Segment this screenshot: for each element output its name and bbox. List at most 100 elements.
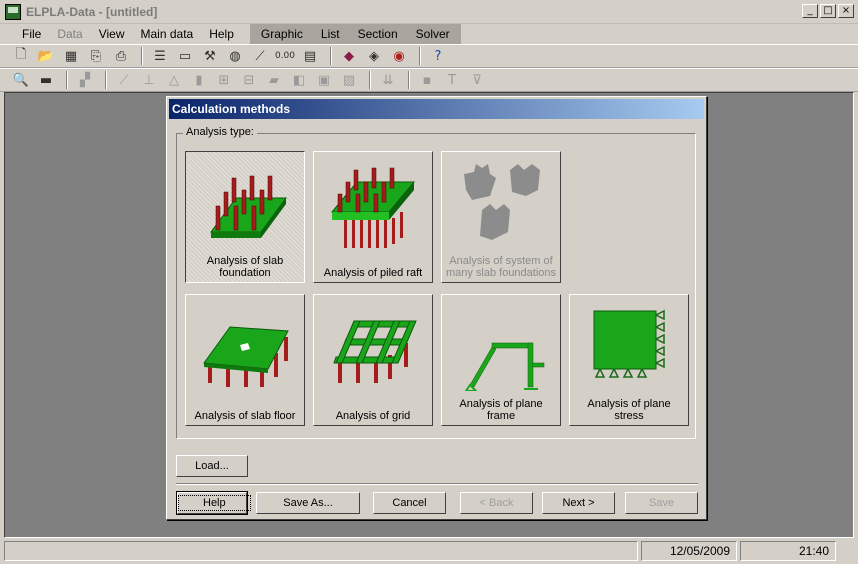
choice-plane-stress[interactable]: Analysis of plane stress xyxy=(569,294,689,426)
help-button[interactable]: Help xyxy=(176,491,251,515)
hinge-support-icon[interactable]: △ xyxy=(163,70,185,90)
choice-label: Analysis of plane stress xyxy=(587,398,671,422)
choice-plane-frame[interactable]: Analysis of plane frame xyxy=(441,294,561,426)
toolbar-separator xyxy=(408,71,410,89)
close-button[interactable]: × xyxy=(838,4,854,18)
status-message xyxy=(4,541,638,561)
dialog-separator xyxy=(176,483,698,485)
menu-section[interactable]: Section xyxy=(349,24,407,44)
choice-label: Analysis of plane frame xyxy=(459,398,543,422)
zoom-icon[interactable]: 🔍 xyxy=(10,70,32,90)
cancel-button[interactable]: Cancel xyxy=(373,492,446,514)
wall-icon[interactable]: ▰ xyxy=(263,70,285,90)
window-title: ELPLA-Data - [untitled] xyxy=(26,4,158,19)
menu-solver[interactable]: Solver xyxy=(407,24,459,44)
save-as-button[interactable]: Save As... xyxy=(256,492,360,514)
analysis-type-label: Analysis type: xyxy=(183,126,257,138)
back-button[interactable]: < Back xyxy=(460,492,533,514)
minimize-button[interactable]: _ xyxy=(802,4,818,18)
load-arrow-icon[interactable]: ⇊ xyxy=(377,70,399,90)
slab-floor-icon xyxy=(203,326,289,387)
pile-icon[interactable]: ▮ xyxy=(188,70,210,90)
panel-icon[interactable]: ▣ xyxy=(313,70,335,90)
choice-slab-foundation[interactable]: Analysis of slab foundation xyxy=(185,151,305,283)
choice-slab-floor[interactable]: Analysis of slab floor xyxy=(185,294,305,426)
window-icon[interactable]: ▤ xyxy=(299,46,321,66)
window-titlebar: ELPLA-Data - [untitled] _ □ × xyxy=(0,0,858,24)
save-button-label: Save xyxy=(648,497,675,509)
mesh-icon[interactable]: ▞ xyxy=(74,70,96,90)
cancel-button-label: Cancel xyxy=(392,497,427,509)
book-icon[interactable]: ◆ xyxy=(338,46,360,66)
beam-grid-icon[interactable]: ⊟ xyxy=(238,70,260,90)
mode-menu-group: Graphic List Section Solver xyxy=(249,24,461,44)
menu-file[interactable]: File xyxy=(14,24,49,44)
plane-stress-icon xyxy=(593,309,665,378)
menu-bar: File Data View Main data Help Graphic Li… xyxy=(0,24,858,44)
zero-value-icon[interactable]: 0.00 xyxy=(274,46,296,66)
next-button-label: Next > xyxy=(562,497,595,509)
save-as-button-label: Save As... xyxy=(283,497,333,509)
choice-label: Analysis of grid xyxy=(335,410,411,422)
menu-list[interactable]: List xyxy=(312,24,349,44)
support-icon[interactable]: ⊥ xyxy=(138,70,160,90)
menu-main-data[interactable]: Main data xyxy=(133,24,202,44)
graph-edit-icon[interactable]: ⟋ xyxy=(249,46,271,66)
next-button[interactable]: Next > xyxy=(542,492,615,514)
load-button-label: Load... xyxy=(195,460,229,472)
block-icon[interactable]: ◧ xyxy=(288,70,310,90)
menu-data[interactable]: Data xyxy=(49,24,90,44)
list-window-icon[interactable]: ☰ xyxy=(149,46,171,66)
copy-pages-icon[interactable]: ▦ xyxy=(60,46,82,66)
status-bar: 12/05/2009 21:40 xyxy=(0,538,858,564)
spring-support-icon[interactable]: ⊽ xyxy=(466,70,488,90)
toolbar-separator xyxy=(330,47,332,65)
main-toolbar: 🗋 📂 ▦ ⎘ ⎙ ☰ ▭ ⚒ ◍ ⟋ 0.00 ▤ ◆ ◈ ◉ ? xyxy=(0,44,858,68)
menu-help[interactable]: Help xyxy=(201,24,242,44)
hatch-icon[interactable]: ▨ xyxy=(338,70,360,90)
book-close-icon[interactable]: ◉ xyxy=(388,46,410,66)
system-slab-foundations-icon xyxy=(464,164,540,240)
preview-icon[interactable]: ⎘ xyxy=(85,46,107,66)
status-date: 12/05/2009 xyxy=(641,541,737,561)
text-icon[interactable]: T xyxy=(441,70,463,90)
maximize-button[interactable]: □ xyxy=(820,4,836,18)
help-button-label: Help xyxy=(178,495,251,511)
open-folder-icon[interactable]: 📂 xyxy=(35,46,57,66)
menu-view[interactable]: View xyxy=(91,24,133,44)
choice-piled-raft[interactable]: Analysis of piled raft xyxy=(313,151,433,283)
line-icon[interactable]: ⟋ xyxy=(113,70,135,90)
back-button-label: < Back xyxy=(479,497,514,509)
app-icon xyxy=(5,3,21,20)
choice-system-slab-foundations[interactable]: Analysis of system of many slab foundati… xyxy=(441,151,561,283)
choice-grid[interactable]: Analysis of grid xyxy=(313,294,433,426)
save-button[interactable]: Save xyxy=(625,492,698,514)
choice-label: Analysis of system of many slab foundati… xyxy=(445,255,557,279)
slab-foundation-icon xyxy=(210,175,287,238)
choice-label: Analysis of slab foundation xyxy=(206,255,284,279)
dialog-title: Calculation methods xyxy=(169,99,704,119)
status-time: 21:40 xyxy=(740,541,836,561)
folder-icon[interactable]: ▭ xyxy=(174,46,196,66)
grid-icon xyxy=(333,320,417,383)
book-search-icon[interactable]: ◈ xyxy=(363,46,385,66)
toolbar-separator xyxy=(419,47,421,65)
new-file-icon[interactable]: 🗋 xyxy=(10,46,32,66)
list-icon[interactable]: ▬ xyxy=(35,70,57,90)
help-icon[interactable]: ? xyxy=(427,46,449,66)
toolbar-separator xyxy=(141,47,143,65)
piled-raft-icon xyxy=(330,167,416,248)
window-controls: _ □ × xyxy=(802,4,854,18)
choice-label: Analysis of slab floor xyxy=(194,410,296,422)
grid-mesh-icon[interactable]: ⊞ xyxy=(213,70,235,90)
menu-graphic[interactable]: Graphic xyxy=(252,24,312,44)
load-button[interactable]: Load... xyxy=(176,455,248,477)
globe-icon[interactable]: ◍ xyxy=(224,46,246,66)
graphic-toolbar: 🔍 ▬ ▞ ⟋ ⊥ △ ▮ ⊞ ⊟ ▰ ◧ ▣ ▨ ⇊ ▪ T ⊽ xyxy=(0,68,858,92)
choice-label: Analysis of piled raft xyxy=(323,267,423,279)
plane-frame-icon xyxy=(464,342,545,391)
node-icon[interactable]: ▪ xyxy=(416,70,438,90)
tools-icon[interactable]: ⚒ xyxy=(199,46,221,66)
print-icon[interactable]: ⎙ xyxy=(110,46,132,66)
toolbar-separator xyxy=(66,71,68,89)
